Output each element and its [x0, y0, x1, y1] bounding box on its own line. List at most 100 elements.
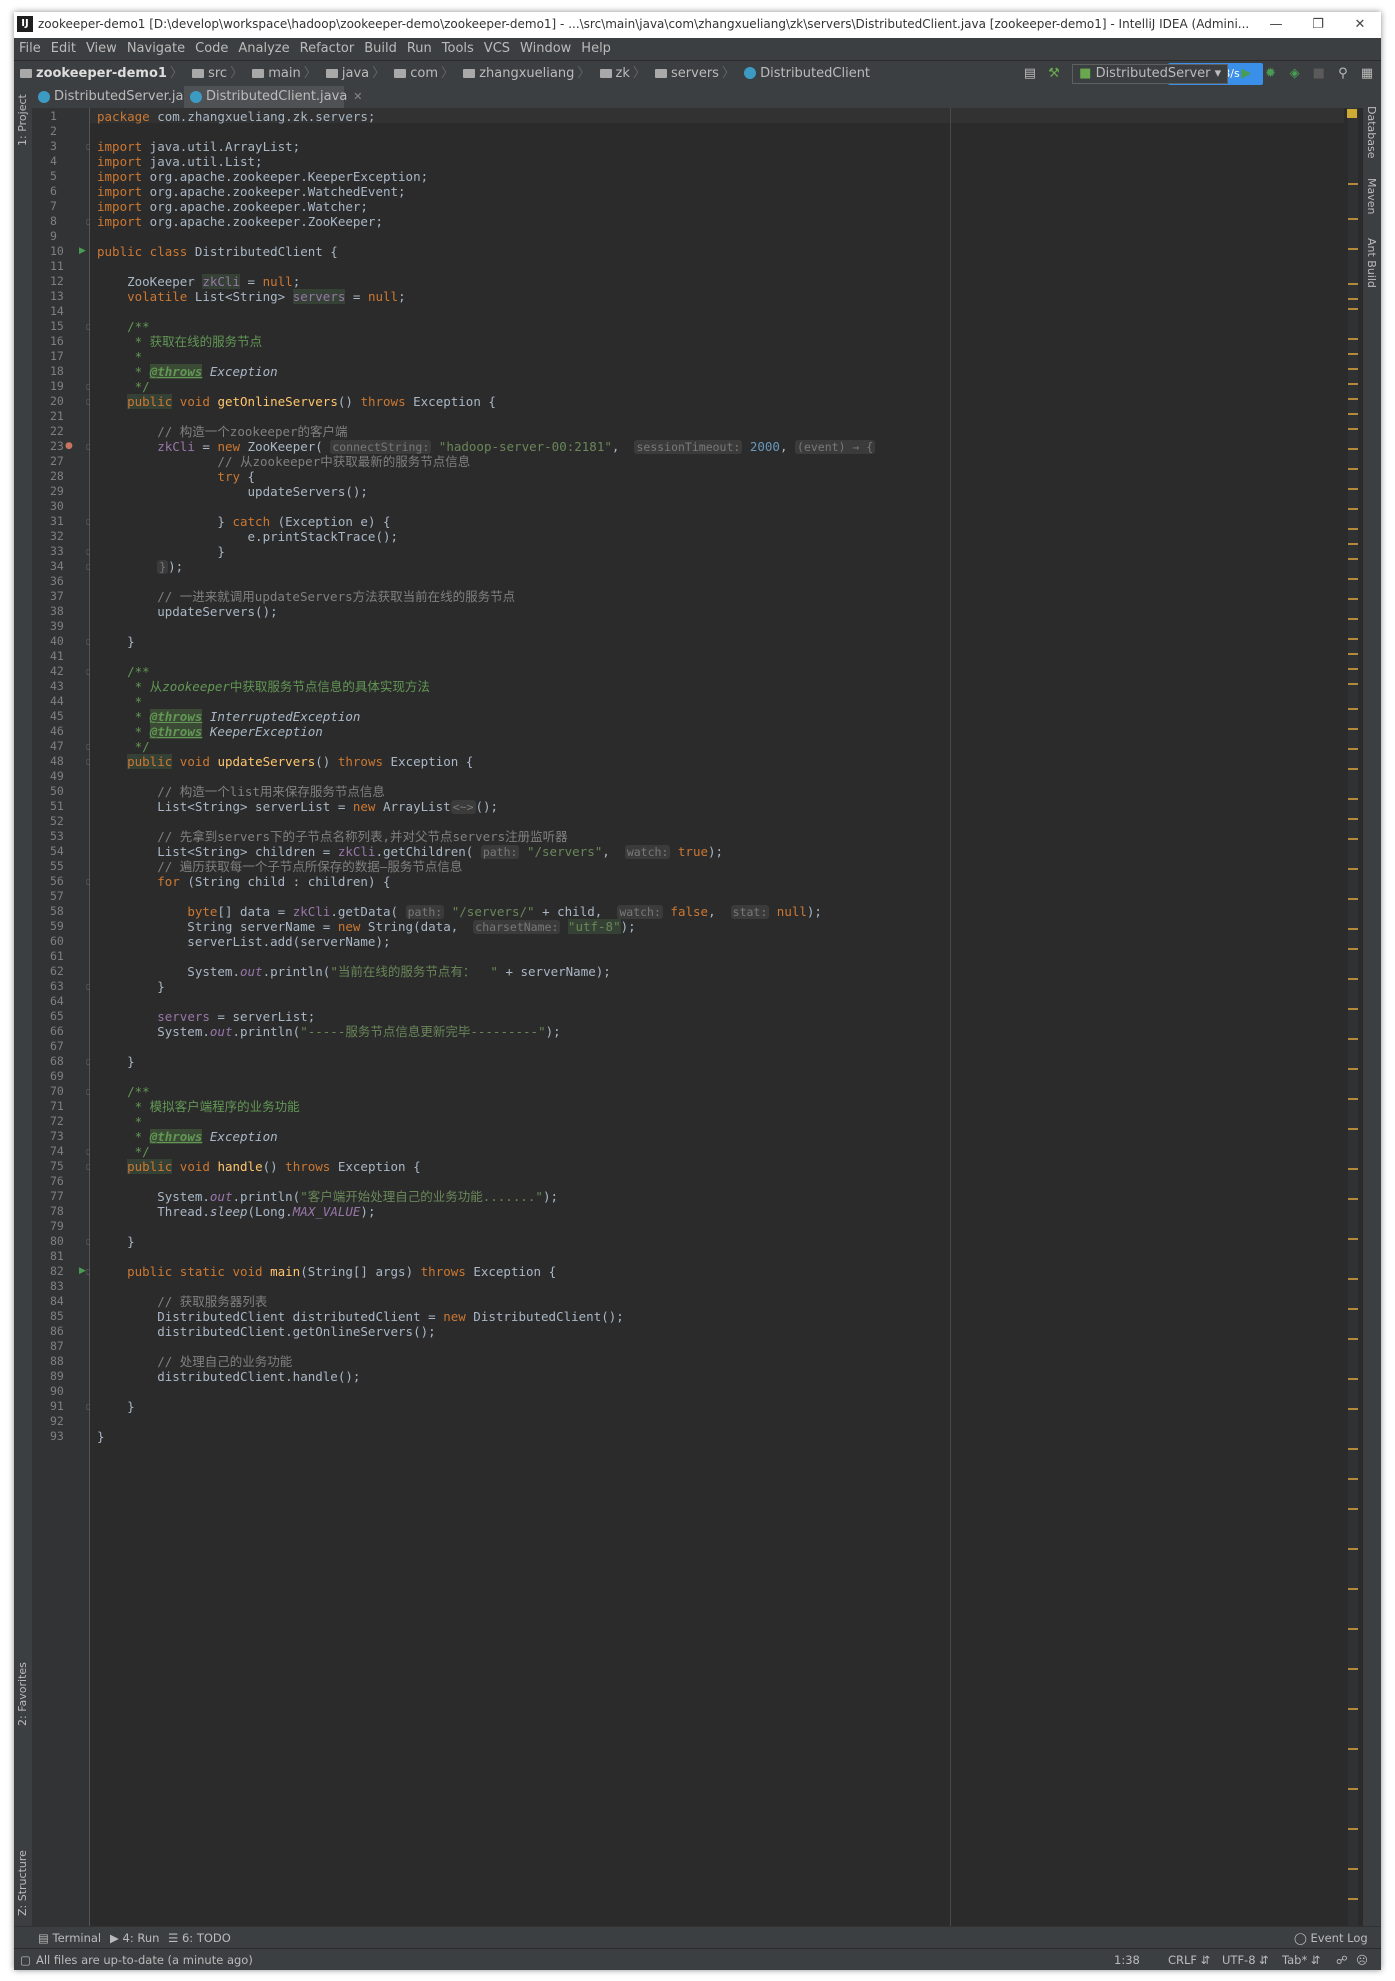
- debug-icon[interactable]: ✹: [1260, 61, 1280, 87]
- line-number[interactable]: 2: [50, 124, 78, 139]
- code-line[interactable]: zkCli = new ZooKeeper( connectString: "h…: [97, 439, 876, 454]
- menu-window[interactable]: Window: [515, 38, 576, 60]
- line-number[interactable]: 17: [50, 349, 78, 364]
- code-line[interactable]: * 获取在线的服务节点: [97, 334, 263, 349]
- line-number[interactable]: 38: [50, 604, 78, 619]
- menu-run[interactable]: Run: [402, 38, 437, 60]
- line-number[interactable]: 76: [50, 1174, 78, 1189]
- code-line[interactable]: }: [97, 634, 135, 649]
- line-number[interactable]: 12: [50, 274, 78, 289]
- code-line[interactable]: for (String child : children) {: [97, 874, 390, 889]
- menu-navigate[interactable]: Navigate: [122, 38, 190, 60]
- warning-indicator-icon[interactable]: [1347, 109, 1357, 118]
- warning-mark[interactable]: [1348, 578, 1358, 580]
- line-number[interactable]: 46: [50, 724, 78, 739]
- code-line[interactable]: System.out.println("客户端开始处理自己的业务功能......…: [97, 1189, 558, 1204]
- code-line[interactable]: serverList.add(serverName);: [97, 934, 390, 949]
- warning-mark[interactable]: [1348, 368, 1358, 370]
- menu-analyze[interactable]: Analyze: [233, 38, 294, 60]
- menu-view[interactable]: View: [81, 38, 122, 60]
- run-gutter-icon[interactable]: ▶: [79, 244, 89, 259]
- run-configuration-select[interactable]: ■ DistributedServer ▾: [1072, 64, 1229, 84]
- warning-mark[interactable]: [1348, 1338, 1358, 1340]
- line-number[interactable]: 39: [50, 619, 78, 634]
- code-line[interactable]: }: [97, 1399, 135, 1414]
- line-number[interactable]: 40: [50, 634, 78, 649]
- code-line[interactable]: /**: [97, 319, 150, 334]
- build-icon[interactable]: ▤: [1020, 61, 1040, 87]
- line-number[interactable]: 22: [50, 424, 78, 439]
- code-line[interactable]: // 从zookeeper中获取最新的服务节点信息: [97, 454, 470, 469]
- line-number[interactable]: 86: [50, 1324, 78, 1339]
- terminal-tool-button[interactable]: ▤ Terminal: [38, 1927, 101, 1949]
- code-line[interactable]: List<String> serverList = new ArrayList <…: [97, 799, 498, 814]
- line-separator[interactable]: CRLF ⇵: [1168, 1949, 1210, 1970]
- line-number[interactable]: 37: [50, 589, 78, 604]
- line-number[interactable]: 73: [50, 1129, 78, 1144]
- warning-mark[interactable]: [1348, 1748, 1358, 1750]
- warning-mark[interactable]: [1348, 1708, 1358, 1710]
- code-line[interactable]: Thread.sleep(Long.MAX_VALUE);: [97, 1204, 375, 1219]
- warning-mark[interactable]: [1348, 1508, 1358, 1510]
- code-line[interactable]: ZooKeeper zkCli = null;: [97, 274, 300, 289]
- warning-mark[interactable]: [1348, 978, 1358, 980]
- breadcrumb-main[interactable]: main 〉: [252, 61, 320, 87]
- code-line[interactable]: System.out.println("当前在线的服务节点有： " + serv…: [97, 964, 611, 979]
- line-number[interactable]: 9: [50, 229, 78, 244]
- line-number[interactable]: 42: [50, 664, 78, 679]
- maximize-button[interactable]: ❐: [1297, 12, 1339, 38]
- warning-mark[interactable]: [1348, 1008, 1358, 1010]
- warning-mark[interactable]: [1348, 728, 1358, 730]
- code-line[interactable]: }: [97, 544, 225, 559]
- tab-distributed-client[interactable]: DistributedClient.java ✕: [184, 86, 363, 110]
- code-editor[interactable]: package com.zhangxueliang.zk.servers; imp…: [90, 108, 1344, 1926]
- warning-mark[interactable]: [1348, 1408, 1358, 1410]
- line-number[interactable]: 74: [50, 1144, 78, 1159]
- warning-mark[interactable]: [1348, 488, 1358, 490]
- menu-refactor[interactable]: Refactor: [295, 38, 360, 60]
- line-number[interactable]: 4: [50, 154, 78, 169]
- line-number[interactable]: 27: [50, 454, 78, 469]
- line-number[interactable]: 32: [50, 529, 78, 544]
- line-number[interactable]: 61: [50, 949, 78, 964]
- code-line[interactable]: // 一进来就调用updateServers方法获取当前在线的服务节点: [97, 589, 515, 604]
- line-number[interactable]: 6: [50, 184, 78, 199]
- warning-mark[interactable]: [1348, 798, 1358, 800]
- line-number[interactable]: 10: [50, 244, 78, 259]
- line-number[interactable]: 63: [50, 979, 78, 994]
- code-line[interactable]: updateServers();: [97, 484, 368, 499]
- line-number[interactable]: 14: [50, 304, 78, 319]
- line-number[interactable]: 8: [50, 214, 78, 229]
- line-number[interactable]: 7: [50, 199, 78, 214]
- warning-mark[interactable]: [1348, 1788, 1358, 1790]
- warning-mark[interactable]: [1348, 1378, 1358, 1380]
- warning-mark[interactable]: [1348, 1068, 1358, 1070]
- warning-mark[interactable]: [1348, 428, 1358, 430]
- warning-mark[interactable]: [1348, 1278, 1358, 1280]
- maven-tool-tab[interactable]: Maven: [1365, 178, 1378, 214]
- line-number[interactable]: 15: [50, 319, 78, 334]
- line-number[interactable]: 21: [50, 409, 78, 424]
- line-number[interactable]: 59: [50, 919, 78, 934]
- line-number[interactable]: 70: [50, 1084, 78, 1099]
- code-line[interactable]: System.out.println("-----服务节点信息更新完毕-----…: [97, 1024, 560, 1039]
- line-number[interactable]: 33: [50, 544, 78, 559]
- line-number[interactable]: 31: [50, 514, 78, 529]
- code-line[interactable]: * @throws Exception: [97, 364, 278, 379]
- line-number[interactable]: 87: [50, 1339, 78, 1354]
- code-line[interactable]: updateServers();: [97, 604, 277, 619]
- structure-tool-tab[interactable]: Z: Structure: [16, 1850, 29, 1916]
- code-line[interactable]: * @throws Exception: [97, 1129, 278, 1144]
- warning-mark[interactable]: [1348, 1098, 1358, 1100]
- code-line[interactable]: // 处理自己的业务功能: [97, 1354, 292, 1369]
- warning-mark[interactable]: [1348, 1868, 1358, 1870]
- code-line[interactable]: // 构造一个list用来保存服务节点信息: [97, 784, 385, 799]
- code-line[interactable]: */: [97, 1144, 150, 1159]
- warning-mark[interactable]: [1348, 818, 1358, 820]
- line-number[interactable]: 28: [50, 469, 78, 484]
- coverage-icon[interactable]: ◈: [1285, 61, 1305, 87]
- code-line[interactable]: * 从zookeeper中获取服务节点信息的具体实现方法: [97, 679, 430, 694]
- menu-help[interactable]: Help: [576, 38, 616, 60]
- code-line[interactable]: *: [97, 694, 143, 709]
- code-line[interactable]: import java.util.List;: [97, 154, 263, 169]
